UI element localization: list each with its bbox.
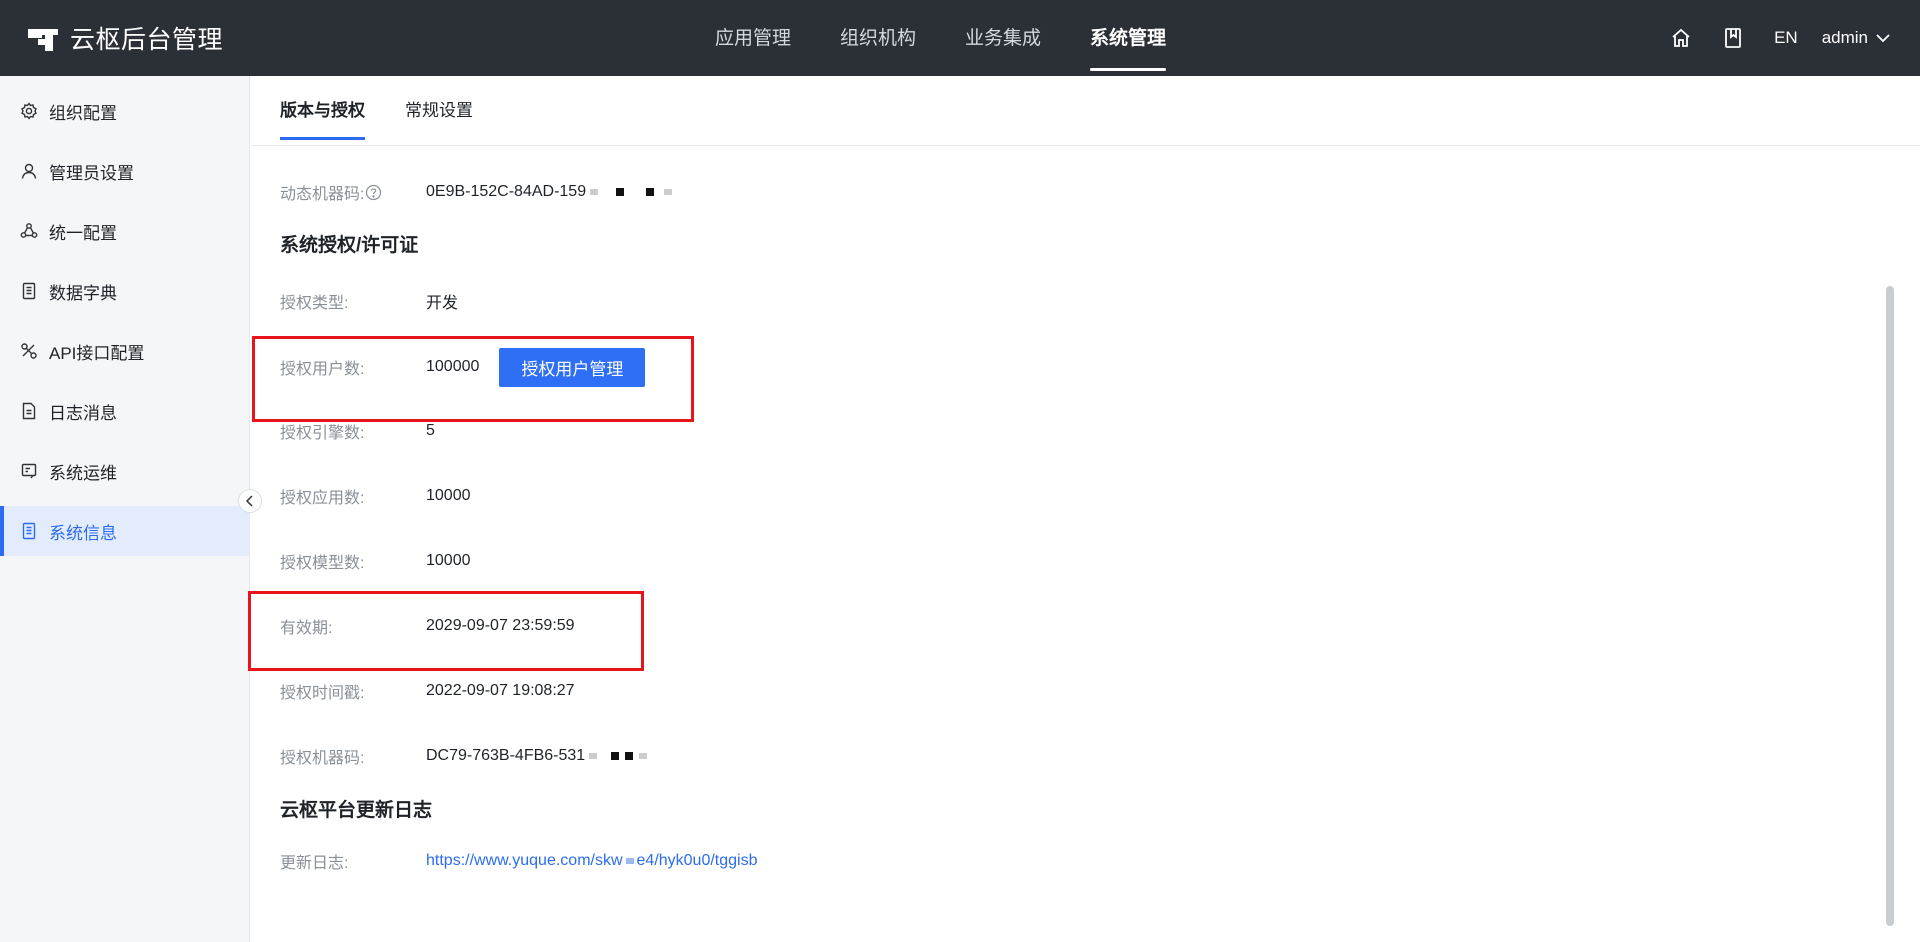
- license-engines-label: 授权引擎数:: [280, 425, 365, 442]
- topnav-app-management[interactable]: 应用管理: [715, 0, 791, 76]
- sidebar-collapse-button[interactable]: [238, 489, 262, 513]
- license-apps-value: 10000: [426, 487, 471, 504]
- gear-icon: [20, 102, 38, 120]
- tab-version-license[interactable]: 版本与授权: [280, 76, 365, 146]
- machine-code-label: 授权机器码:: [280, 750, 365, 767]
- sidebar-item-label: 统一配置: [49, 223, 117, 243]
- sidebar-item-label: 管理员设置: [49, 163, 134, 183]
- license-apps-label: 授权应用数:: [280, 490, 365, 507]
- ops-icon: [20, 462, 38, 480]
- brand-title: 云枢后台管理: [70, 26, 224, 54]
- sidebar-item-label: 数据字典: [49, 283, 117, 303]
- info-icon: [20, 522, 38, 540]
- sidebar-item-unified-config[interactable]: 统一配置: [0, 206, 249, 256]
- license-type-value: 开发: [426, 295, 459, 312]
- user-menu[interactable]: admin: [1822, 28, 1890, 48]
- timestamp-value: 2022-09-07 19:08:27: [426, 682, 575, 699]
- sidebar-item-system-ops[interactable]: 系统运维: [0, 446, 249, 496]
- main-content: 版本与授权 常规设置 动态机器码: 0E9B-152C-84AD-159 系统授…: [251, 76, 1920, 942]
- sidebar-item-api-config[interactable]: API接口配置: [0, 326, 249, 376]
- changelog-row: 更新日志: https://www.yuque.com/skw e4/hyk0u0…: [280, 846, 758, 876]
- sidebar-item-label: API接口配置: [49, 343, 145, 363]
- dynamic-machine-code-row: 动态机器码: 0E9B-152C-84AD-159: [280, 177, 673, 207]
- sidebar: 组织配置 管理员设置 统一配置 数据字典 API接口配置 日志消息 系统运维 系…: [0, 76, 250, 942]
- timestamp-label: 授权时间戳:: [280, 685, 365, 702]
- dictionary-icon: [20, 282, 38, 300]
- license-type-label: 授权类型:: [280, 295, 349, 312]
- highlight-box-validity: [248, 591, 644, 671]
- highlight-box-license-users: [252, 336, 694, 422]
- license-section-title: 系统授权/许可证: [280, 235, 419, 256]
- user-name: admin: [1821, 28, 1868, 47]
- sidebar-item-org-config[interactable]: 组织配置: [0, 86, 249, 136]
- tab-general-settings[interactable]: 常规设置: [405, 76, 473, 146]
- brand[interactable]: 云枢后台管理: [28, 0, 223, 76]
- chevron-down-icon: [1876, 34, 1890, 43]
- sidebar-item-admin-settings[interactable]: 管理员设置: [0, 146, 249, 196]
- changelog-section-title: 云枢平台更新日志: [280, 800, 433, 821]
- header-actions: EN admin: [1670, 0, 1890, 76]
- home-icon[interactable]: [1670, 27, 1692, 49]
- license-type-row: 授权类型: 开发: [280, 286, 458, 316]
- sidebar-item-log-messages[interactable]: 日志消息: [0, 386, 249, 436]
- top-header: 云枢后台管理 应用管理 组织机构 业务集成 系统管理 EN admin: [0, 0, 1920, 76]
- tab-bar: 版本与授权 常规设置: [251, 76, 1920, 146]
- cluster-icon: [20, 222, 38, 240]
- brand-logo-icon: [28, 25, 58, 51]
- docs-icon[interactable]: [1722, 27, 1744, 49]
- api-icon: [20, 342, 38, 360]
- license-engines-value: 5: [426, 422, 435, 439]
- timestamp-row: 授权时间戳: 2022-09-07 19:08:27: [280, 676, 575, 706]
- vertical-scrollbar[interactable]: [1886, 286, 1894, 926]
- topnav-organization[interactable]: 组织机构: [840, 0, 916, 76]
- sidebar-item-label: 日志消息: [49, 403, 117, 423]
- license-models-label: 授权模型数:: [280, 555, 365, 572]
- sidebar-item-data-dictionary[interactable]: 数据字典: [0, 266, 249, 316]
- changelog-link[interactable]: https://www.yuque.com/skw e4/hyk0u0/tggis…: [426, 852, 758, 870]
- license-apps-row: 授权应用数: 10000: [280, 481, 471, 511]
- dynamic-machine-code-label: 动态机器码:: [280, 180, 426, 204]
- topnav-integration[interactable]: 业务集成: [965, 0, 1041, 76]
- log-icon: [20, 402, 38, 420]
- machine-code-row: 授权机器码: DC79-763B-4FB6-531: [280, 741, 648, 771]
- top-nav: 应用管理 组织机构 业务集成 系统管理: [715, 0, 1215, 76]
- sidebar-item-label: 组织配置: [49, 103, 117, 123]
- dynamic-machine-code-value: 0E9B-152C-84AD-159: [426, 183, 673, 201]
- license-models-value: 10000: [426, 552, 471, 569]
- help-icon[interactable]: [365, 184, 382, 201]
- license-models-row: 授权模型数: 10000: [280, 546, 471, 576]
- chevron-left-icon: [245, 495, 253, 507]
- user-icon: [20, 162, 38, 180]
- sidebar-item-system-info[interactable]: 系统信息: [0, 506, 249, 556]
- machine-code-value: DC79-763B-4FB6-531: [426, 747, 648, 765]
- sidebar-item-label: 系统运维: [49, 463, 117, 483]
- changelog-label: 更新日志:: [280, 855, 349, 872]
- language-switch[interactable]: EN: [1774, 28, 1798, 48]
- topnav-system-management[interactable]: 系统管理: [1090, 0, 1167, 76]
- sidebar-item-label: 系统信息: [49, 523, 117, 543]
